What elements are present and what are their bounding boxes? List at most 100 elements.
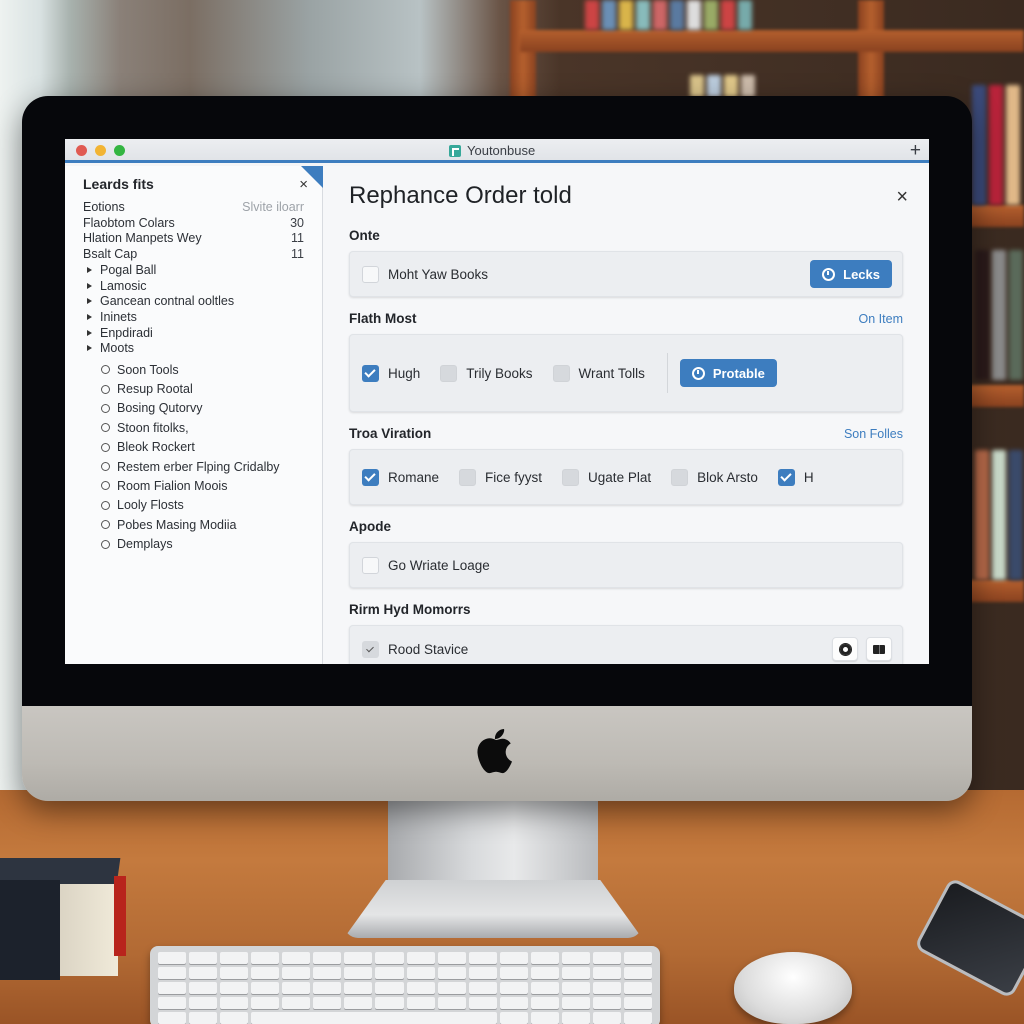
window-controls: [76, 145, 125, 156]
tree-node[interactable]: Lamosic: [83, 278, 322, 294]
sidebar-row[interactable]: Flaobtom Colars 30: [83, 216, 322, 232]
radio-label: Bosing Qutorvy: [117, 401, 203, 416]
section-link[interactable]: Son Folles: [844, 427, 903, 441]
checkbox-option[interactable]: Rood Stavice: [362, 640, 468, 658]
checkbox-option[interactable]: Ugate Plat: [562, 468, 652, 486]
hardcover-book: [0, 858, 135, 980]
tree-node-label: Ininets: [100, 309, 137, 324]
panel-close-button[interactable]: ×: [896, 186, 908, 209]
books-row: [975, 450, 1023, 580]
sidebar-row-value: 11: [291, 231, 304, 246]
tree-node-label: Moots: [100, 341, 135, 356]
checkbox[interactable]: [459, 468, 477, 486]
checkbox[interactable]: [671, 468, 689, 486]
settings-button[interactable]: [832, 637, 858, 661]
radio-label: Restem erber Flping Cridalby: [117, 459, 280, 474]
checkbox-option[interactable]: H: [777, 468, 814, 486]
radio-circle-icon: [101, 481, 110, 491]
radio-label: Room Fialion Moois: [117, 478, 228, 493]
button-label: Lecks: [843, 266, 880, 282]
books-row: [585, 0, 752, 30]
window-tab[interactable]: Youtonbuse: [449, 143, 535, 158]
apple-logo-icon: [477, 729, 512, 774]
radio-option[interactable]: Pobes Masing Modiia: [83, 515, 322, 534]
checkbox-option[interactable]: Go Wriate Loage: [362, 556, 490, 574]
checkbox-option[interactable]: Trily Books: [440, 364, 533, 382]
radio-label: Pobes Masing Modiia: [117, 517, 237, 532]
checkbox-option[interactable]: Moht Yaw Books: [362, 265, 488, 283]
sidebar-row[interactable]: Bsalt Cap 11: [83, 247, 322, 263]
bookshelf-post: [510, 0, 536, 110]
radio-circle-icon: [101, 539, 110, 549]
checkbox-option[interactable]: Romane: [362, 468, 439, 486]
radio-option[interactable]: Bosing Qutorvy: [83, 399, 322, 418]
radio-circle-icon: [101, 423, 110, 433]
sidebar-row-value: Slvite iloarr: [242, 200, 304, 214]
books-row: [690, 75, 755, 97]
caret-right-icon: [87, 298, 92, 305]
checkbox[interactable]: [562, 468, 580, 486]
checkbox-label: Ugate Plat: [588, 469, 652, 485]
checkbox-option[interactable]: Wrant Tolls: [552, 364, 645, 382]
sidebar-row[interactable]: Eotions Slvite iloarr: [83, 200, 322, 216]
section-card: Romane Fice fyyst Ugate Plat Blok Arsto …: [349, 449, 903, 505]
checkbox-label: Hugh: [388, 365, 421, 381]
radio-circle-icon: [101, 442, 110, 452]
section-card: Moht Yaw Books Lecks: [349, 251, 903, 297]
checkbox-option[interactable]: Fice fyyst: [459, 468, 543, 486]
sidebar-close-button[interactable]: ×: [299, 176, 308, 193]
radio-circle-icon: [101, 403, 110, 413]
caret-right-icon: [87, 313, 92, 320]
clock-icon: [822, 267, 836, 281]
tree-node-label: Pogal Ball: [100, 263, 157, 278]
sidebar-row-label: Bsalt Cap: [83, 246, 138, 261]
caret-right-icon: [87, 267, 92, 274]
sidebar-row[interactable]: Hlation Manpets Wey 11: [83, 231, 322, 247]
section-title: Flath Most: [349, 311, 417, 326]
main-panel: Rephance Order told × Onte Moht Yaw Book…: [323, 166, 929, 664]
tree-node-label: Enpdiradi: [100, 325, 153, 340]
close-window-button[interactable]: [76, 145, 87, 156]
checkbox-option[interactable]: Hugh: [362, 364, 421, 382]
radio-option[interactable]: Resup Rootal: [83, 379, 322, 398]
new-tab-button[interactable]: +: [910, 140, 921, 162]
radio-option[interactable]: Stoon fitolks,: [83, 418, 322, 437]
checkbox[interactable]: [362, 556, 379, 574]
checkbox[interactable]: [552, 364, 570, 382]
checkbox-checked[interactable]: [362, 640, 379, 658]
page-title: Rephance Order told: [349, 182, 572, 209]
zoom-window-button[interactable]: [114, 145, 125, 156]
library-button[interactable]: [866, 637, 892, 661]
minimize-window-button[interactable]: [95, 145, 106, 156]
tree-node[interactable]: Ininets: [83, 309, 322, 325]
protable-button[interactable]: Protable: [679, 359, 777, 387]
checkbox-option[interactable]: Blok Arsto: [671, 468, 758, 486]
checkbox-label: Fice fyyst: [485, 469, 543, 485]
checkbox-checked[interactable]: [777, 468, 795, 486]
tree-node[interactable]: Moots: [83, 340, 322, 356]
section-card: Hugh Trily Books Wrant Tolls Protable: [349, 334, 903, 412]
tree-node[interactable]: Enpdiradi: [83, 325, 322, 341]
radio-option[interactable]: Looly Flosts: [83, 496, 322, 515]
lecks-button[interactable]: Lecks: [810, 260, 892, 288]
tree-node[interactable]: Pogal Ball: [83, 262, 322, 278]
radio-option[interactable]: Room Fialion Moois: [83, 476, 322, 495]
checkbox[interactable]: [362, 265, 379, 283]
radio-circle-icon: [101, 384, 110, 394]
tree-node[interactable]: Gancean contnal ooltles: [83, 294, 322, 310]
keyboard: [150, 946, 660, 1024]
book-icon: [873, 644, 885, 654]
radio-option[interactable]: Soon Tools: [83, 360, 322, 379]
checkbox-checked[interactable]: [362, 364, 379, 382]
radio-option[interactable]: Restem erber Flping Cridalby: [83, 457, 322, 476]
radio-option[interactable]: Bleok Rockert: [83, 438, 322, 457]
caret-right-icon: [87, 282, 92, 289]
gear-icon: [839, 643, 851, 655]
radio-option[interactable]: Demplays: [83, 534, 322, 553]
checkbox-checked[interactable]: [362, 468, 379, 486]
caret-right-icon: [87, 345, 92, 352]
checkbox[interactable]: [440, 364, 458, 382]
section-link[interactable]: On Item: [859, 312, 903, 326]
sidebar: Leards fits × Eotions Slvite iloarr Flao…: [65, 166, 323, 664]
target-icon: [691, 366, 705, 380]
